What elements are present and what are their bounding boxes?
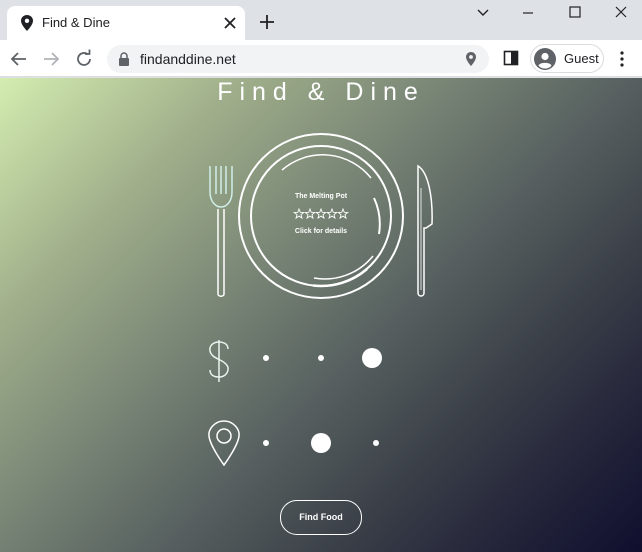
location-pin-icon [208,420,240,467]
price-option-high[interactable] [362,348,382,368]
avatar-icon [534,48,556,70]
star-icon [326,208,338,220]
page-viewport: Find & Dine The Melting Pot Click for de… [0,78,642,552]
rating-stars [293,208,349,220]
tab-strip: Find & Dine [0,0,642,40]
distance-option-medium[interactable] [311,433,331,453]
find-food-button[interactable]: Find Food [280,500,362,535]
distance-option-near[interactable] [263,440,269,446]
close-tab-icon[interactable] [222,13,238,31]
profile-button[interactable]: Guest [530,44,604,73]
address-bar[interactable]: findanddine.net [107,45,489,73]
lock-icon[interactable] [118,52,130,66]
tab-search-chevron-icon[interactable] [472,4,494,22]
new-tab-plus-icon[interactable] [258,13,276,31]
star-icon [304,208,316,220]
url-text[interactable]: findanddine.net [140,51,236,67]
price-option-low[interactable] [263,355,269,361]
star-icon [293,208,305,220]
minimize-icon[interactable] [517,4,539,22]
forward-arrow-icon[interactable] [41,49,61,69]
table-setting-illustration [208,133,433,467]
fork-icon [209,166,233,297]
location-pin-favicon-icon [21,15,33,31]
close-window-icon[interactable] [610,4,632,22]
location-permission-icon[interactable] [464,51,478,67]
tab-find-and-dine[interactable]: Find & Dine [7,6,245,40]
dollar-icon [209,340,229,382]
browser-toolbar: findanddine.net Guest [0,40,642,77]
tab-title: Find & Dine [42,15,110,30]
restaurant-name: The Melting Pot [294,193,348,200]
distance-option-far[interactable] [373,440,379,446]
star-icon [337,208,349,220]
star-icon [315,208,327,220]
side-panel-icon[interactable] [503,50,519,66]
profile-label: Guest [564,51,599,66]
back-arrow-icon[interactable] [9,49,29,69]
price-option-medium[interactable] [318,355,324,361]
maximize-icon[interactable] [564,4,586,22]
reload-icon[interactable] [74,49,94,69]
details-link[interactable]: Click for details [271,228,371,235]
kebab-menu-icon[interactable] [614,50,630,68]
knife-icon [417,164,433,297]
